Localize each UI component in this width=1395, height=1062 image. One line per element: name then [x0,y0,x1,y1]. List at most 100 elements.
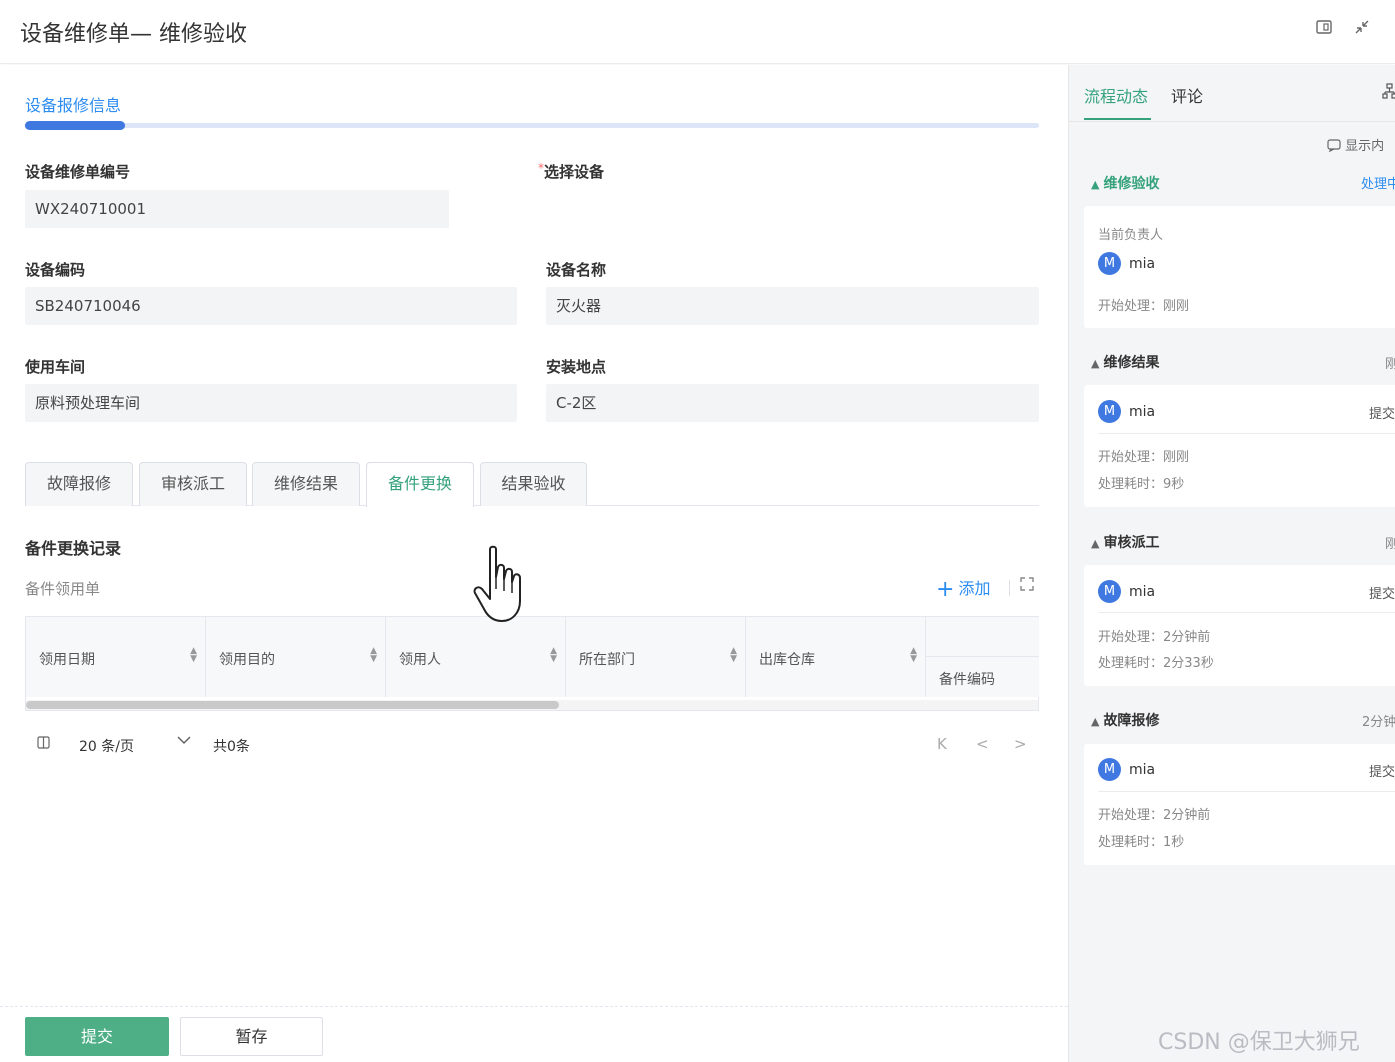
spare-requisition-label: 备件领用单 [25,580,101,598]
footer-divider [0,1006,1068,1007]
sort-icon[interactable]: ▲ ▼ [190,647,197,664]
scrollbar-thumb[interactable] [26,701,559,709]
owner-label: 当前负责人 [1098,228,1164,243]
section-progress-fill [25,121,125,130]
column-header-part-code[interactable]: 备件编码 [926,617,1039,697]
main-form-panel: 设备报修信息 设备维修单编号 WX240710001 *选择设备 设备编码 SB… [0,65,1068,1062]
horizontal-scrollbar[interactable] [26,700,1038,710]
card-divider [1098,612,1395,613]
stage-status: 处理中 [1361,177,1395,192]
device-name-field[interactable]: 灭火器 [546,287,1039,325]
field-label-device-code: 设备编码 [25,261,86,279]
field-label-workshop: 使用车间 [25,358,86,376]
avatar: M [1098,400,1121,423]
fullscreen-icon[interactable] [1020,577,1034,595]
page-size-select[interactable]: 20 条/页 [79,736,134,756]
column-header-department[interactable]: 所在部门 ▲ ▼ [566,617,746,697]
tab-spare-replace[interactable]: 备件更换 [366,462,474,507]
next-page-icon[interactable]: > [1014,735,1027,753]
section-progress-track [25,121,1039,130]
start-time: 开始处理：2分钟前 [1098,630,1211,645]
org-chart-icon[interactable] [1382,83,1395,103]
column-header-date[interactable]: 领用日期 ▲ ▼ [26,617,206,697]
hand-cursor-icon [472,545,528,627]
sort-icon[interactable]: ▲ ▼ [730,647,737,664]
field-label-order-no: 设备维修单编号 [25,163,131,181]
shrink-icon[interactable] [1352,18,1372,38]
window-title: 设备维修单— 维修验收 [20,22,247,47]
column-header-receiver[interactable]: 领用人 ▲ ▼ [386,617,566,697]
avatar: M [1098,580,1121,603]
tab-result-acceptance[interactable]: 结果验收 [480,462,587,506]
device-code-field[interactable]: SB240710046 [25,287,517,325]
stage-header-review-dispatch[interactable]: ▲ 审核派工 [1091,532,1159,552]
caret-up-icon: ▲ [1091,178,1100,191]
spare-table: 领用日期 ▲ ▼ 领用目的 ▲ ▼ 领用人 ▲ ▼ 所在部门 ▲ ▼ 出库仓库 ▲ ▼ 备件编码 [25,616,1039,711]
submit-button[interactable]: 提交 [25,1017,169,1056]
workshop-field[interactable]: 原料预处理车间 [25,384,517,422]
location-field[interactable]: C-2区 [546,384,1039,422]
stage-user: Mmia [1098,252,1155,276]
process-side-panel: 流程动态 评论 显示内 ▲ 维修验收 处理中 当前负责人 Mmia 开始处理：刚刚… [1068,65,1395,1062]
stage-header-fault-report[interactable]: ▲ 故障报修 [1091,710,1159,730]
stage-status: 2分钟 [1362,715,1395,730]
sort-icon[interactable]: ▲ ▼ [910,647,917,664]
title-bar: 设备维修单— 维修验收 [0,0,1395,64]
side-tabs-baseline [1069,121,1395,122]
duration: 处理耗时：1秒 [1098,835,1185,850]
field-label-select-device: *选择设备 [538,161,605,181]
stage-status: 刚 [1385,357,1395,372]
caret-up-icon: ▲ [1091,715,1100,728]
column-header-warehouse[interactable]: 出库仓库 ▲ ▼ [746,617,926,697]
toolbar-divider [1009,580,1010,596]
plus-icon: + [936,577,955,602]
show-content-toggle[interactable]: 显示内 [1327,135,1384,154]
spare-record-title: 备件更换记录 [25,539,122,558]
save-draft-button[interactable]: 暂存 [180,1017,323,1056]
sort-icon[interactable]: ▲ ▼ [550,647,557,664]
field-label-location: 安装地点 [546,358,607,376]
tab-comments[interactable]: 评论 [1171,83,1203,107]
stage-card-review-dispatch: Mmia 提交 开始处理：2分钟前 处理耗时：2分33秒 [1084,565,1395,686]
stage-card-repair-result: Mmia 提交 开始处理：刚刚 处理耗时：9秒 [1084,385,1395,507]
tab-repair-result[interactable]: 维修结果 [252,462,360,506]
caret-up-icon: ▲ [1091,357,1100,370]
stage-card-acceptance: 当前负责人 Mmia 开始处理：刚刚 [1084,206,1395,328]
start-time: 开始处理：刚刚 [1098,450,1190,465]
first-page-icon[interactable]: K [937,735,947,753]
stage-user: Mmia [1098,580,1155,604]
start-time: 开始处理：刚刚 [1098,299,1190,314]
stage-action: 提交 [1369,407,1395,422]
prev-page-icon[interactable]: < [976,735,989,753]
stage-header-repair-result[interactable]: ▲ 维修结果 [1091,352,1159,372]
column-header-purpose[interactable]: 领用目的 ▲ ▼ [206,617,386,697]
active-tab-underline [1084,118,1151,120]
tab-fault-report[interactable]: 故障报修 [25,462,133,506]
add-button[interactable]: + 添加 [936,575,990,602]
stage-card-fault-report: Mmia 提交 开始处理：2分钟前 处理耗时：1秒 [1084,744,1395,865]
chevron-down-icon[interactable] [176,734,192,750]
avatar: M [1098,252,1121,275]
watermark: CSDN @保卫大狮兄 [1158,1030,1360,1055]
pager-settings-icon[interactable] [37,736,50,753]
section-tab-repair-info[interactable]: 设备报修信息 [25,92,121,116]
sort-icon[interactable]: ▲ ▼ [370,647,377,664]
pager-total: 共0条 [213,739,250,755]
comment-toggle-icon [1327,139,1345,154]
avatar: M [1098,758,1121,781]
duration: 处理耗时：2分33秒 [1098,656,1214,671]
duration: 处理耗时：9秒 [1098,477,1185,492]
order-no-field[interactable]: WX240710001 [25,190,449,228]
caret-up-icon: ▲ [1091,537,1100,550]
stage-status: 刚 [1385,537,1395,552]
field-label-device-name: 设备名称 [546,261,607,279]
stage-header-acceptance[interactable]: ▲ 维修验收 [1091,173,1159,193]
tab-process-activity[interactable]: 流程动态 [1084,83,1148,107]
tab-review-dispatch[interactable]: 审核派工 [139,462,247,506]
card-divider [1098,791,1395,792]
start-time: 开始处理：2分钟前 [1098,808,1211,823]
stage-action: 提交 [1369,765,1395,780]
stage-action: 提交 [1369,587,1395,602]
expand-window-icon[interactable] [1314,18,1334,38]
card-divider [1098,433,1395,434]
